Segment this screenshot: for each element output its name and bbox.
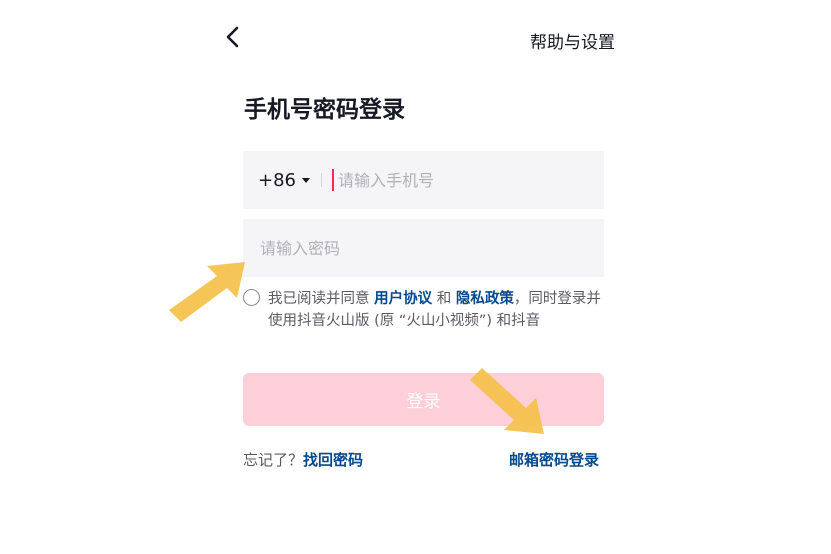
field-divider — [321, 173, 322, 187]
annotation-arrow-left — [169, 262, 245, 322]
forgot-prefix: 忘记了？ — [243, 451, 304, 469]
password-field — [243, 219, 604, 277]
email-login-link[interactable]: 邮箱密码登录 — [509, 449, 599, 470]
agreement-prefix: 我已阅读并同意 — [268, 291, 375, 307]
page-title: 手机号密码登录 — [244, 97, 405, 123]
agreement-text: 我已阅读并同意 用户协议 和 隐私政策，同时登录并使用抖音火山版 (原 “火山小… — [268, 288, 608, 332]
country-code-label: +86 — [258, 169, 296, 191]
help-settings-link[interactable]: 帮助与设置 — [530, 28, 615, 53]
forgot-password-row: 忘记了？找回密码 — [243, 449, 363, 470]
phone-field: +86 — [243, 151, 604, 209]
phone-input[interactable] — [336, 169, 570, 191]
password-input[interactable] — [258, 237, 592, 259]
login-button[interactable]: 登录 — [243, 373, 604, 426]
login-page: 帮助与设置 手机号密码登录 +86 我已阅读并同意 用户协议 和 隐私政策，同时… — [0, 0, 831, 554]
chevron-left-icon — [226, 26, 239, 48]
back-button[interactable] — [218, 22, 248, 52]
country-code-selector[interactable]: +86 — [258, 170, 310, 191]
privacy-policy-link[interactable]: 隐私政策 — [456, 291, 514, 307]
text-cursor — [332, 169, 334, 191]
caret-down-icon — [302, 177, 310, 183]
recover-password-link[interactable]: 找回密码 — [303, 451, 363, 469]
agreement-and: 和 — [432, 291, 456, 307]
agreement-checkbox[interactable] — [243, 289, 260, 306]
user-agreement-link[interactable]: 用户协议 — [374, 291, 432, 307]
